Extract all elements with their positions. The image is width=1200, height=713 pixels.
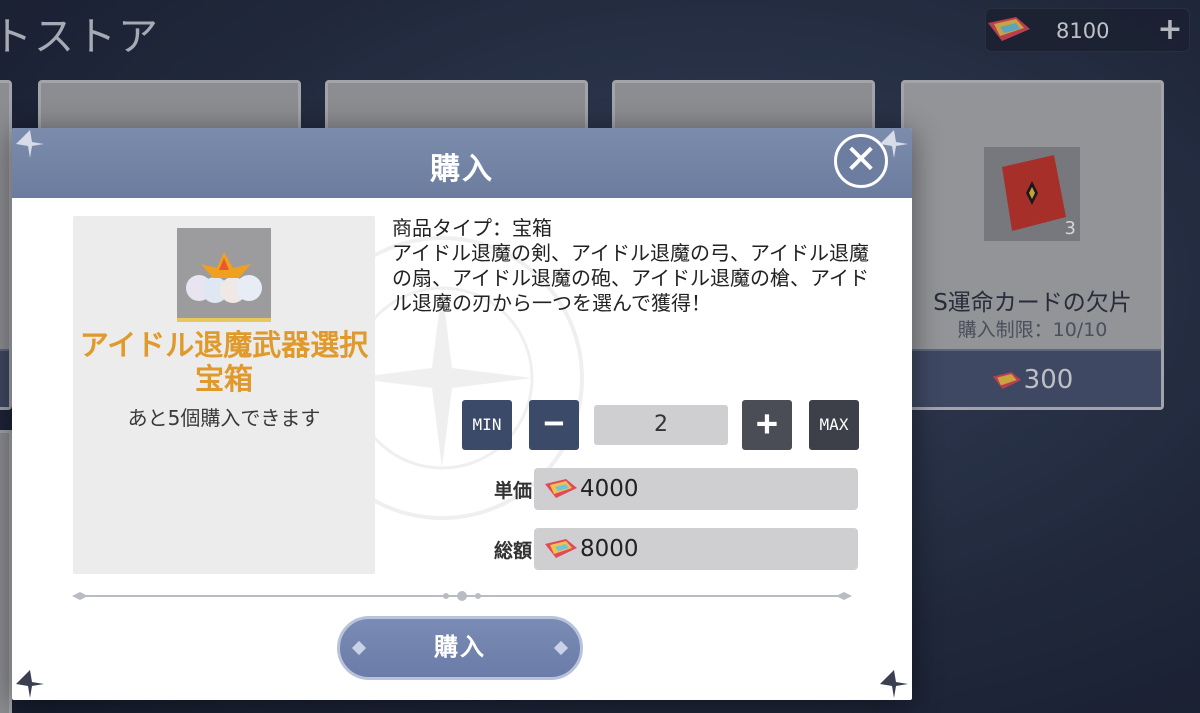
plus-icon[interactable]: + — [742, 400, 792, 450]
max-button[interactable]: MAX — [809, 400, 859, 450]
corner-ornament — [880, 670, 908, 698]
minus-icon[interactable]: − — [529, 400, 579, 450]
corner-ornament — [16, 130, 44, 158]
total-price-label: 総額 — [493, 540, 532, 562]
divider — [72, 591, 852, 601]
gem-ticket-icon — [545, 539, 577, 558]
min-button[interactable]: MIN — [462, 400, 512, 450]
treasure-chest-icon — [177, 228, 271, 322]
gem-ticket-icon — [545, 479, 577, 498]
item-name: アイドル退魔武器選択宝箱 — [79, 328, 369, 396]
total-price-value: 8000 — [580, 536, 639, 562]
total-price-row: 総額 8000 — [482, 528, 862, 570]
quantity-value[interactable]: 2 — [594, 405, 728, 445]
unit-price-label: 単価 — [493, 480, 532, 502]
unit-price-value: 4000 — [580, 476, 639, 502]
buy-button[interactable]: 購入 — [337, 616, 583, 680]
corner-ornament — [16, 670, 44, 698]
item-description: 商品タイプ：宝箱 アイドル退魔の剣、アイドル退魔の弓、アイドル退魔の扇、アイドル… — [392, 216, 869, 315]
dialog-title: 購入 — [430, 152, 494, 187]
remaining-count: あと5個購入できます — [127, 406, 321, 430]
purchase-dialog: 購入 ✕ アイドル退魔武器選択宝箱 あと5個購入できます 商品タイプ：宝箱 アイ… — [12, 128, 912, 700]
dialog-header: 購入 ✕ — [12, 128, 912, 198]
item-panel: アイドル退魔武器選択宝箱 あと5個購入できます — [73, 216, 375, 574]
unit-price-row: 単価 4000 — [482, 468, 862, 510]
corner-ornament — [880, 130, 908, 158]
quantity-stepper: MIN − 2 + MAX — [462, 400, 882, 450]
